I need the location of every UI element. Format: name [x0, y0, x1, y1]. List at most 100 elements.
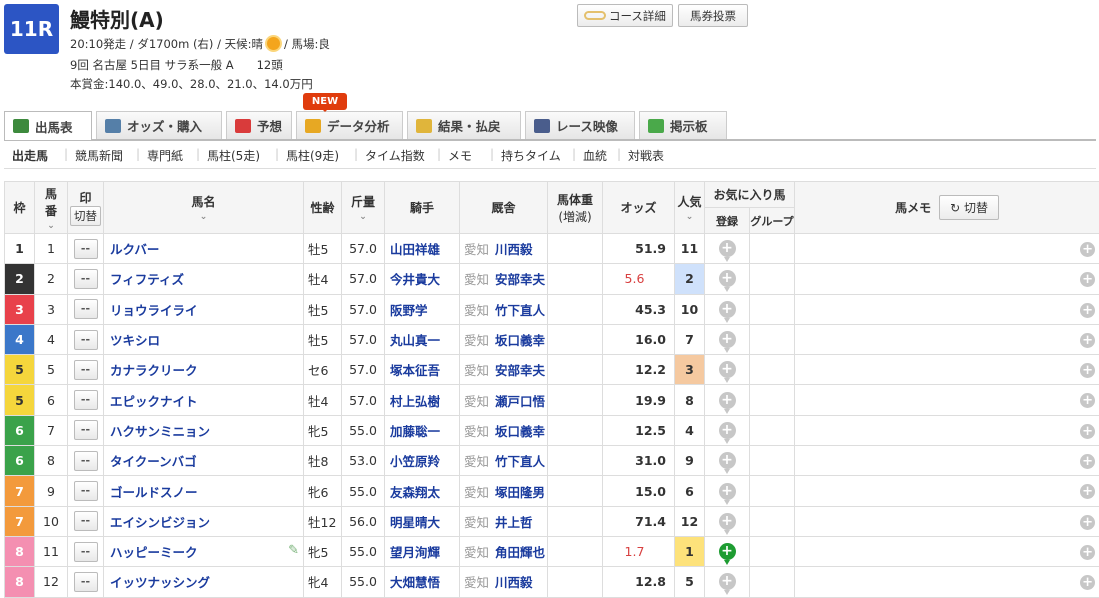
add-memo-icon[interactable]: + [1080, 393, 1096, 409]
add-memo-icon[interactable]: + [1080, 332, 1096, 348]
trainer-link[interactable]: 塚田隆男 [495, 485, 545, 500]
mark-toggle-button[interactable]: 切替 [70, 206, 101, 226]
tab-4[interactable]: 結果・払戻 [407, 111, 521, 139]
trainer-link[interactable]: 安部幸夫 [495, 363, 545, 378]
jockey-link[interactable]: 塚本征吾 [384, 354, 460, 386]
col-umaban[interactable]: 馬番 ⌄ [34, 181, 68, 234]
horse-name-link[interactable]: カナラクリーク [110, 363, 198, 378]
add-memo-icon[interactable]: + [1080, 242, 1096, 257]
subnav-item-9[interactable]: 対戦表 [628, 147, 664, 164]
mark-select[interactable]: -- [73, 420, 98, 441]
subnav-item-5[interactable]: タイム指数 [365, 147, 425, 164]
horse-name-link[interactable]: ゴールドスノー [110, 485, 198, 500]
horse-name-link[interactable]: フィフティズ [110, 272, 184, 287]
jockey-link[interactable]: 加藤聡一 [384, 414, 460, 447]
horse-name-link[interactable]: ツキシロ [110, 333, 160, 348]
col-weight[interactable]: 斤量 ⌄ [341, 181, 385, 234]
trainer-link[interactable]: 安部幸夫 [495, 272, 545, 287]
mark-select[interactable]: -- [73, 299, 98, 320]
tab-1[interactable]: オッズ・購入 [96, 111, 222, 139]
add-memo-icon[interactable]: + [1080, 514, 1096, 530]
jockey-link[interactable]: 友森翔太 [384, 475, 460, 507]
jockey-link[interactable]: 丸山真一 [384, 323, 460, 356]
trainer-link[interactable]: 竹下直人 [495, 454, 545, 469]
add-memo-icon[interactable]: + [1080, 272, 1096, 288]
fav-pin-icon[interactable]: + [718, 452, 736, 475]
subnav-item-2[interactable]: 専門紙 [147, 147, 183, 164]
mark-select[interactable]: -- [73, 541, 98, 562]
fav-pin-icon[interactable]: + [718, 512, 736, 535]
tab-5[interactable]: レース映像 [525, 111, 635, 139]
jockey-link[interactable]: 今井貴大 [384, 263, 460, 295]
horse-name-link[interactable]: エイシンビジョン [110, 515, 210, 530]
jockey-link[interactable]: 小笠原羚 [384, 445, 460, 477]
fav-pin-icon[interactable]: + [718, 543, 736, 566]
horse-name-link[interactable]: ハクサンミニョン [110, 424, 210, 439]
subnav-item-3[interactable]: 馬柱(5走) [207, 147, 260, 164]
subnav-item-7[interactable]: 持ちタイム [501, 147, 561, 164]
fav-pin-icon[interactable]: + [718, 573, 736, 596]
jockey-link[interactable]: 大畑慧悟 [384, 566, 460, 598]
trainer-link[interactable]: 瀬戸口悟 [495, 394, 545, 409]
add-memo-icon[interactable]: + [1080, 302, 1096, 318]
horse-note-icon[interactable]: ✎ [288, 543, 299, 558]
mark-select[interactable]: -- [73, 390, 98, 411]
trainer-link[interactable]: 川西毅 [495, 242, 533, 257]
fav-pin-icon[interactable]: + [718, 270, 736, 293]
trainer-link[interactable]: 角田輝也 [495, 545, 545, 560]
fav-register-cell: + [704, 232, 750, 265]
fav-pin-icon[interactable]: + [718, 361, 736, 384]
jockey-link[interactable]: 山田祥雄 [384, 232, 460, 265]
trainer-link[interactable]: 井上哲 [495, 515, 533, 530]
subnav-item-6[interactable]: メモ [448, 147, 472, 164]
subnav-item-0[interactable]: 出走馬 [12, 147, 48, 164]
fav-pin-icon[interactable]: + [718, 391, 736, 414]
mark-select[interactable]: -- [73, 571, 98, 592]
jockey-link[interactable]: 村上弘樹 [384, 384, 460, 416]
col-horse[interactable]: 馬名 ⌄ [103, 181, 304, 234]
trainer-link[interactable]: 竹下直人 [495, 303, 545, 318]
sort-chevron-icon: ⌄ [359, 212, 367, 222]
tab-6[interactable]: 掲示板 [639, 111, 727, 139]
mark-select[interactable]: -- [73, 359, 98, 380]
horse-name-link[interactable]: エピックナイト [110, 394, 198, 409]
course-detail-button[interactable]: コース詳細 [577, 4, 673, 27]
horse-name-link[interactable]: ルクバー [110, 242, 159, 257]
add-memo-icon[interactable]: + [1080, 363, 1096, 379]
tab-0[interactable]: 出馬表 [4, 111, 92, 140]
mark-select[interactable]: -- [73, 268, 98, 289]
horse-name-link[interactable]: タイクーンバゴ [110, 454, 197, 469]
memo-toggle-button[interactable]: ↻ 切替 [939, 195, 999, 220]
col-ninki[interactable]: 人気 ⌄ [674, 181, 705, 234]
fav-pin-icon[interactable]: + [718, 482, 736, 505]
fav-pin-icon[interactable]: + [718, 240, 736, 263]
add-memo-icon[interactable]: + [1080, 575, 1096, 591]
trainer-link[interactable]: 坂口義幸 [495, 424, 545, 439]
bet-button[interactable]: 馬券投票 [678, 4, 748, 27]
mark-select[interactable]: -- [73, 238, 98, 259]
subnav-item-8[interactable]: 血統 [583, 147, 607, 164]
tab-3[interactable]: データ分析 [296, 111, 403, 139]
trainer-link[interactable]: 坂口義幸 [495, 333, 545, 348]
mark-select[interactable]: -- [73, 450, 98, 471]
fav-pin-icon[interactable]: + [718, 421, 736, 444]
tab-2[interactable]: 予想 [226, 111, 292, 139]
add-memo-icon[interactable]: + [1080, 423, 1096, 439]
jockey-link[interactable]: 明星晴大 [384, 505, 460, 537]
mark-select[interactable]: -- [73, 329, 98, 350]
fav-pin-icon[interactable]: + [718, 331, 736, 354]
jockey-link[interactable]: 望月洵輝 [384, 535, 460, 568]
add-memo-icon[interactable]: + [1080, 454, 1096, 470]
horse-name-link[interactable]: ハッピーミーク [110, 545, 198, 560]
add-memo-icon[interactable]: + [1080, 484, 1096, 500]
add-memo-icon[interactable]: + [1080, 544, 1096, 560]
mark-select[interactable]: -- [73, 481, 98, 502]
fav-pin-icon[interactable]: + [718, 300, 736, 323]
horse-name-link[interactable]: イッツナッシング [110, 575, 210, 590]
mark-select[interactable]: -- [73, 511, 98, 532]
horse-name-link[interactable]: リョウライライ [110, 303, 198, 318]
subnav-item-4[interactable]: 馬柱(9走) [286, 147, 339, 164]
trainer-link[interactable]: 川西毅 [495, 575, 533, 590]
subnav-item-1[interactable]: 競馬新聞 [75, 147, 123, 164]
jockey-link[interactable]: 阪野学 [384, 293, 460, 325]
